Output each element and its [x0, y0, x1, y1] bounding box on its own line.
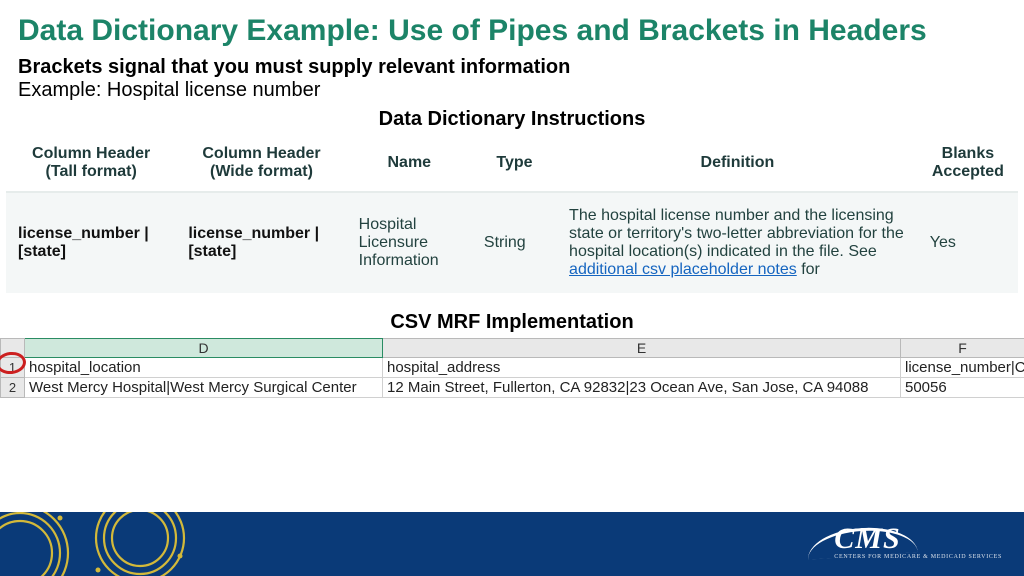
dict-cell-type: String	[472, 192, 557, 293]
dict-header-name: Name	[347, 135, 472, 192]
section-heading-csv: CSV MRF Implementation	[0, 293, 1024, 338]
dict-header-tall: Column Header (Tall format)	[6, 135, 176, 192]
cell-d2[interactable]: West Mercy Hospital|West Mercy Surgical …	[25, 378, 383, 398]
dict-cell-blanks: Yes	[918, 192, 1018, 293]
dict-cell-wide: license_number | [state]	[176, 192, 346, 293]
cell-e2[interactable]: 12 Main Street, Fullerton, CA 92832|23 O…	[383, 378, 901, 398]
rings-decoration	[0, 512, 240, 576]
dict-header-definition: Definition	[557, 135, 918, 192]
slide-title: Data Dictionary Example: Use of Pipes an…	[0, 0, 1024, 54]
data-dictionary-table: Column Header (Tall format) Column Heade…	[6, 135, 1018, 293]
dict-header-blanks: Blanks Accepted	[918, 135, 1018, 192]
spreadsheet: D E F 1 hospital_location hospital_addre…	[0, 338, 1024, 398]
footer-bar: CMS CENTERS FOR MEDICARE & MEDICAID SERV…	[0, 512, 1024, 576]
dict-cell-tall: license_number | [state]	[6, 192, 176, 293]
section-heading-dict: Data Dictionary Instructions	[0, 106, 1024, 131]
definition-text-pre: The hospital license number and the lice…	[569, 207, 904, 260]
dict-header-wide: Column Header (Wide format)	[176, 135, 346, 192]
spreadsheet-corner	[1, 339, 25, 358]
row-header-1[interactable]: 1	[1, 358, 25, 378]
row-header-2[interactable]: 2	[1, 378, 25, 398]
definition-link[interactable]: additional csv placeholder notes	[569, 261, 797, 278]
subtitle-bold: Brackets signal that you must supply rel…	[0, 54, 1024, 79]
col-header-f[interactable]: F	[901, 339, 1024, 358]
cell-d1[interactable]: hospital_location	[25, 358, 383, 378]
dict-cell-name: Hospital Licensure Information	[347, 192, 472, 293]
cell-f2[interactable]: 50056	[901, 378, 1024, 398]
cms-logo-tagline: CENTERS FOR MEDICARE & MEDICAID SERVICES	[834, 554, 1002, 560]
dict-cell-definition: The hospital license number and the lice…	[557, 192, 918, 293]
col-header-d[interactable]: D	[25, 339, 383, 358]
definition-text-post: for	[797, 261, 820, 278]
dict-header-type: Type	[472, 135, 557, 192]
col-header-e[interactable]: E	[383, 339, 901, 358]
cell-e1[interactable]: hospital_address	[383, 358, 901, 378]
subtitle-example: Example: Hospital license number	[0, 79, 1024, 106]
cms-logo: CMS CENTERS FOR MEDICARE & MEDICAID SERV…	[834, 522, 1002, 560]
cell-f1[interactable]: license_number|CA	[901, 358, 1024, 378]
